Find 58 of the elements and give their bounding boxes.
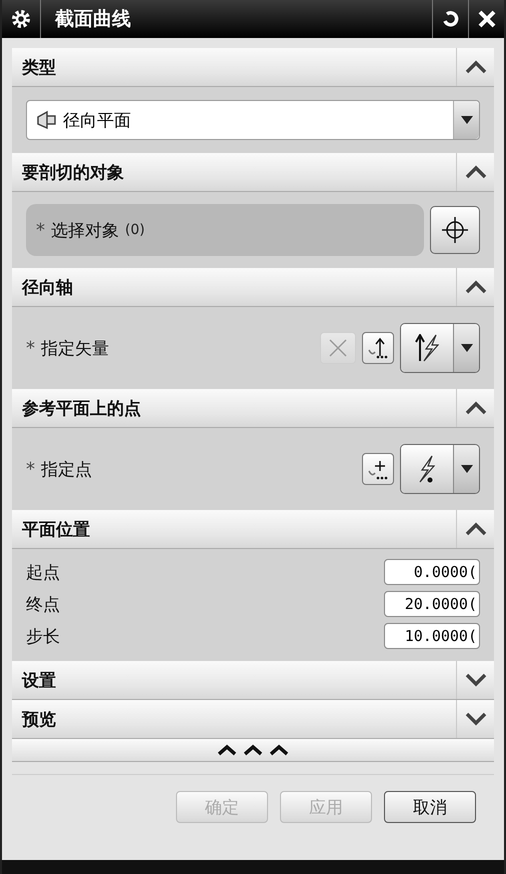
section-title: 设置 xyxy=(20,670,57,692)
dropdown-value: 径向平面 xyxy=(62,110,132,132)
type-dropdown[interactable]: 径向平面 xyxy=(26,100,480,140)
selection-bar[interactable]: * 选择对象 (0) xyxy=(26,204,424,256)
arrow-dots-icon xyxy=(366,336,390,360)
collapse-icon xyxy=(464,280,486,294)
collapse-icon xyxy=(464,522,486,536)
section-header[interactable]: 设置 xyxy=(12,661,494,700)
cross-arrows-icon xyxy=(327,337,349,359)
number-field[interactable]: 0.0000( xyxy=(384,559,480,585)
selection-label: 选择对象 xyxy=(51,220,119,242)
section-header[interactable]: 平面位置 xyxy=(12,510,494,549)
required-mark: * xyxy=(36,220,45,240)
section-title: 要剖切的对象 xyxy=(21,162,125,184)
section-title: 平面位置 xyxy=(21,518,91,540)
required-mark: * xyxy=(26,338,35,358)
required-mark: * xyxy=(26,458,35,480)
field-label: 指定矢量 xyxy=(41,338,109,360)
expand-icon xyxy=(464,673,486,687)
collapse-icon xyxy=(464,60,486,74)
collapse-icon xyxy=(464,401,486,415)
inferred-button[interactable] xyxy=(401,324,453,372)
caret-icon xyxy=(460,116,472,124)
close-icon xyxy=(476,9,496,29)
field-label: 指定点 xyxy=(41,458,92,480)
section-title: 预览 xyxy=(20,708,57,730)
crosshair-button[interactable] xyxy=(430,206,480,254)
caret-icon xyxy=(460,465,472,473)
field-label: 起点 xyxy=(26,562,60,584)
selection-count: (0) xyxy=(125,222,145,238)
window-title: 截面曲线 xyxy=(40,0,432,38)
crosshair-icon xyxy=(440,215,470,245)
field-label: 步长 xyxy=(26,626,60,648)
inferred-button[interactable] xyxy=(401,445,453,493)
gear-icon[interactable] xyxy=(10,8,32,30)
section-header[interactable]: 类型 xyxy=(12,48,494,87)
dialog-button[interactable] xyxy=(362,332,394,364)
reset-icon xyxy=(440,9,460,29)
caret-icon xyxy=(460,344,472,352)
lightning-icon xyxy=(419,455,435,483)
plane-icon xyxy=(35,110,57,130)
collapse-icon xyxy=(464,165,486,179)
number-field[interactable]: 20.0000( xyxy=(384,591,480,617)
section-header[interactable]: 参考平面上的点 xyxy=(12,389,494,428)
field-label: 终点 xyxy=(26,594,60,616)
more-chevrons-icon xyxy=(217,744,289,756)
section-title: 径向轴 xyxy=(20,276,74,298)
expand-icon xyxy=(464,712,486,726)
section-title: 参考平面上的点 xyxy=(21,398,142,420)
number-field[interactable]: 10.0000( xyxy=(384,623,480,649)
section-header[interactable]: 径向轴 xyxy=(12,268,494,307)
dialog-button[interactable]: 取消 xyxy=(384,791,476,823)
lightning-icon xyxy=(415,334,439,362)
section-header[interactable]: 要剖切的对象 xyxy=(12,153,494,192)
more-bar[interactable] xyxy=(12,739,494,762)
section-title: 类型 xyxy=(20,56,57,78)
dialog-button[interactable] xyxy=(362,453,394,485)
section-header[interactable]: 预览 xyxy=(12,700,494,739)
